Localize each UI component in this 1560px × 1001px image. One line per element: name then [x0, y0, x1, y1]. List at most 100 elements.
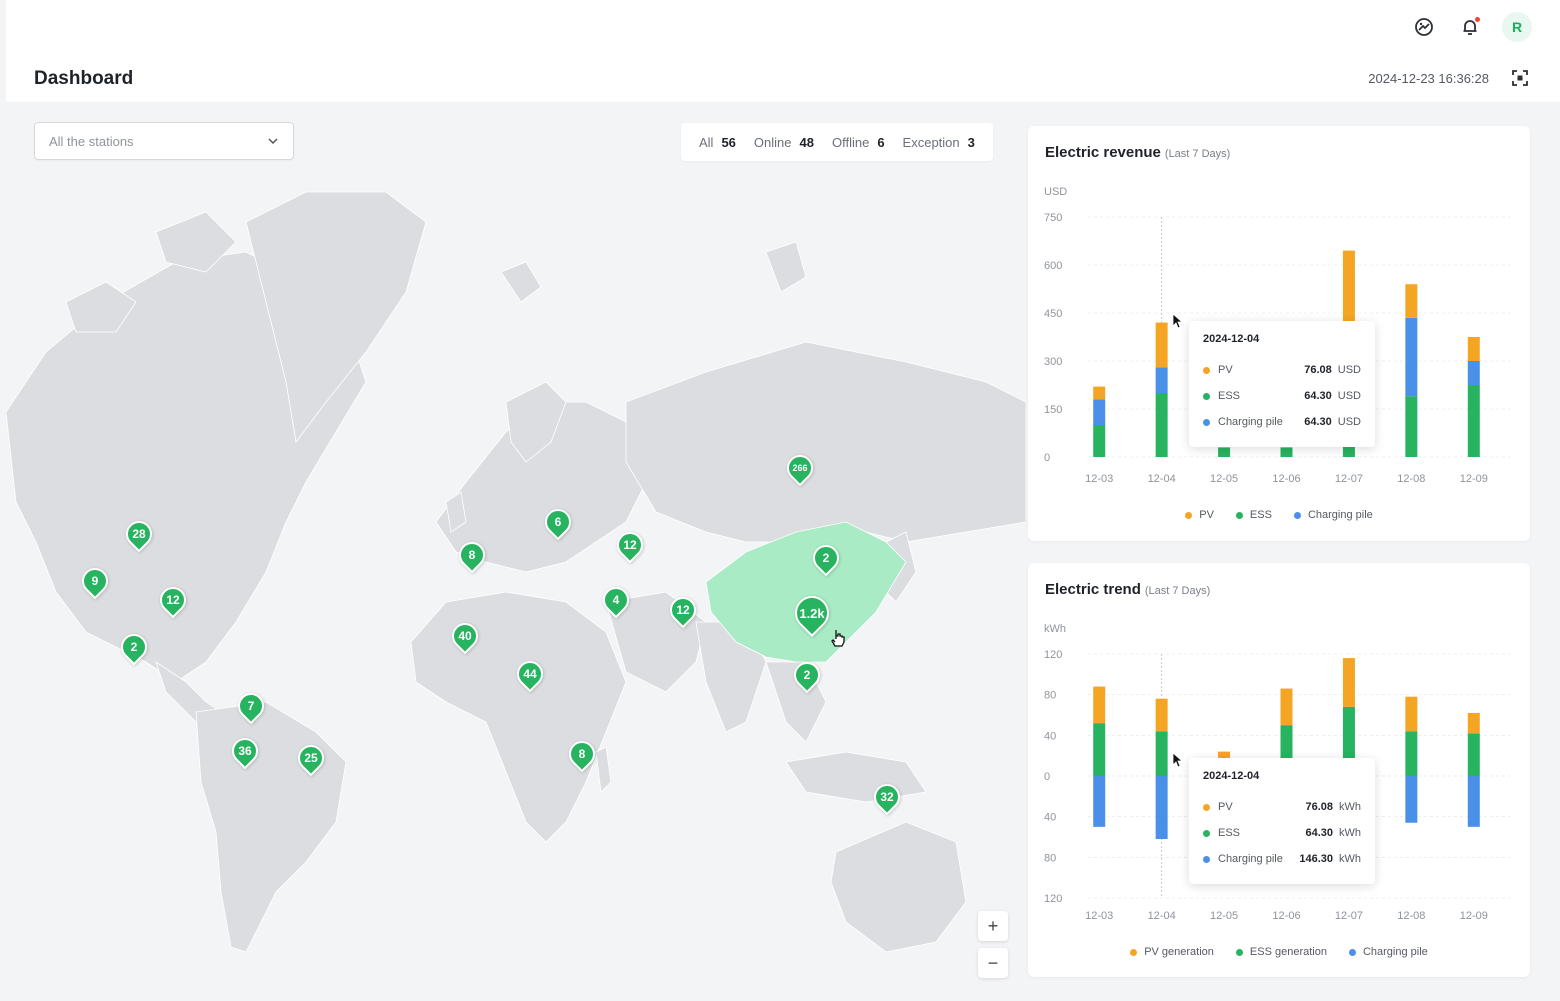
y-axis-unit: kWh [1044, 623, 1066, 635]
y-tick-label: 600 [1044, 260, 1062, 272]
page-title: Dashboard [34, 68, 134, 89]
map-marker[interactable]: 25 [292, 739, 330, 777]
x-tick-label: 12-08 [1397, 910, 1425, 922]
x-tick-label: 12-09 [1460, 910, 1488, 922]
map-marker[interactable]: 7 [232, 687, 270, 725]
bar-pv [1467, 337, 1480, 361]
zoom-in-button[interactable]: + [978, 911, 1008, 941]
x-tick-label: 12-04 [1148, 473, 1176, 485]
bar-ess [1467, 385, 1480, 457]
map-land [6, 191, 1026, 953]
bar-pv-generation [1093, 686, 1106, 724]
chevron-down-icon [268, 138, 278, 145]
map-marker[interactable]: 28 [120, 515, 158, 553]
map-marker[interactable]: 8 [453, 536, 491, 574]
tooltip-row-ess: ESS 64.30 USD [1203, 383, 1361, 409]
station-select-value: All the stations [49, 133, 134, 149]
y-tick-label: 150 [1044, 404, 1062, 416]
legend-item-charging-pile[interactable]: Charging pile [1348, 946, 1428, 958]
map-marker[interactable]: 2 [807, 539, 845, 577]
revenue-tooltip: 2024-12-04 PV 76.08 USD ESS 64.30 USD Chargi… [1189, 321, 1375, 447]
bar-ess-generation [1467, 733, 1480, 776]
legend-item-pv[interactable]: PV [1185, 509, 1214, 521]
tooltip-row-charging-pile: Charging pile 146.30 kWh [1203, 846, 1361, 872]
y-tick-label: 40 [1044, 730, 1056, 742]
map-marker[interactable]: 12 [154, 581, 192, 619]
trend-legend: PV generation ESS generation Charging pi… [1028, 946, 1530, 958]
bar-charging-pile [1093, 776, 1106, 827]
tooltip-row-pv: PV 76.08 USD [1203, 357, 1361, 383]
fullscreen-icon[interactable] [1510, 68, 1530, 88]
bar-charging-pile [1093, 399, 1106, 425]
notification-dot [1475, 17, 1480, 22]
revenue-legend: PV ESS Charging pile [1028, 509, 1530, 521]
bar-charging-pile [1467, 361, 1480, 385]
zoom-out-button[interactable]: − [978, 948, 1008, 978]
status-online[interactable]: Online 48 [754, 135, 814, 150]
map-marker[interactable]: 4 [597, 581, 635, 619]
map-marker[interactable]: 9 [76, 562, 114, 600]
station-status-bar: All 56 Online 48 Offline 6 Exception 3 [681, 123, 993, 161]
bar-ess [1280, 447, 1293, 457]
bar-pv [1405, 284, 1418, 318]
map-marker[interactable]: 8 [563, 735, 601, 773]
y-tick-label: 0 [1044, 771, 1050, 783]
status-offline[interactable]: Offline 6 [832, 135, 885, 150]
legend-item-ess[interactable]: ESS [1235, 509, 1272, 521]
pointer-cursor-icon [1172, 752, 1184, 768]
map-marker[interactable]: 32 [868, 778, 906, 816]
y-tick-label: 80 [1044, 690, 1056, 702]
top-icons: R [1410, 12, 1532, 42]
y-tick-label: 300 [1044, 356, 1062, 368]
hand-cursor-icon [831, 630, 845, 647]
bar-ess [1093, 425, 1106, 457]
y-tick-label: 120 [1044, 649, 1062, 661]
bar-ess-generation [1155, 731, 1168, 776]
top-bar [6, 0, 1560, 102]
help-icon[interactable] [1410, 13, 1438, 41]
bar-pv [1093, 386, 1106, 400]
map-marker[interactable]: 12 [611, 526, 649, 564]
pointer-cursor-icon [1172, 313, 1184, 329]
bar-charging-pile [1467, 776, 1480, 827]
x-tick-label: 12-04 [1148, 910, 1176, 922]
bar-charging-pile [1155, 776, 1168, 840]
map-marker[interactable]: 40 [446, 617, 484, 655]
bar-ess [1218, 447, 1231, 457]
legend-item-ess-generation[interactable]: ESS generation [1235, 946, 1327, 958]
bar-ess [1405, 396, 1418, 457]
legend-item-pv-generation[interactable]: PV generation [1130, 946, 1214, 958]
status-all[interactable]: All 56 [699, 135, 736, 150]
map-marker[interactable]: 2 [788, 656, 826, 694]
station-select[interactable]: All the stations [34, 122, 294, 160]
electric-revenue-card: Electric revenue (Last 7 Days) USD 0 150 300… [1028, 126, 1530, 541]
map-marker[interactable]: 12 [664, 591, 702, 629]
y-tick-label: 80 [1044, 852, 1056, 864]
x-tick-label: 12-08 [1397, 473, 1425, 485]
tooltip-row-ess: ESS 64.30 kWh [1203, 820, 1361, 846]
avatar[interactable]: R [1502, 12, 1532, 42]
world-map[interactable]: All the stations All 56 Online 48 Offline 6… [6, 102, 1026, 1001]
map-marker[interactable]: 36 [226, 732, 264, 770]
map-marker-large[interactable]: 1.2k [787, 588, 837, 638]
x-tick-label: 12-06 [1272, 473, 1300, 485]
tooltip-row-pv: PV 76.08 kWh [1203, 794, 1361, 820]
bell-icon[interactable] [1456, 13, 1484, 41]
map-marker[interactable]: 44 [511, 655, 549, 693]
map-marker[interactable]: 266 [781, 449, 819, 487]
bar-pv-generation [1342, 658, 1355, 707]
legend-item-charging-pile[interactable]: Charging pile [1293, 509, 1373, 521]
x-tick-label: 12-07 [1335, 473, 1363, 485]
map-marker[interactable]: 6 [539, 503, 577, 541]
bar-ess [1155, 393, 1168, 457]
status-exception[interactable]: Exception 3 [903, 135, 975, 150]
x-tick-label: 12-05 [1210, 910, 1238, 922]
x-tick-label: 12-05 [1210, 473, 1238, 485]
map-marker[interactable]: 2 [115, 628, 153, 666]
bar-pv-generation [1155, 698, 1168, 732]
trend-tooltip: 2024-12-04 PV 76.08 kWh ESS 64.30 kWh Chargi… [1189, 758, 1375, 884]
bar-ess-generation [1405, 731, 1418, 776]
y-tick-label: 120 [1044, 893, 1062, 905]
bar-pv-generation [1405, 696, 1418, 732]
tooltip-row-charging-pile: Charging pile 64.30 USD [1203, 409, 1361, 435]
